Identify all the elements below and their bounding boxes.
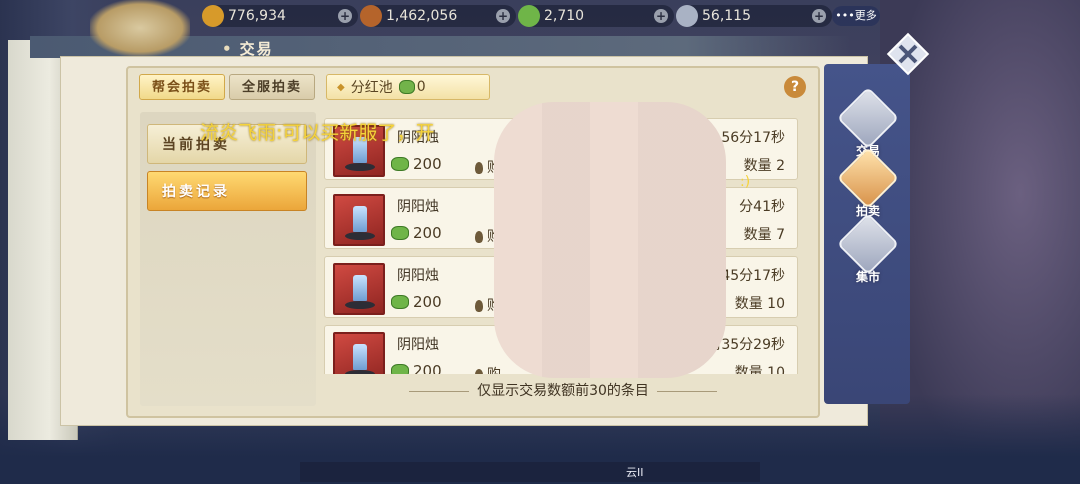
item-price: 200 xyxy=(391,155,442,173)
bonus-pool[interactable]: ◆ 分红池 0 xyxy=(326,74,490,100)
currency-value: 2,710 xyxy=(544,8,585,24)
scroll-decoration-icon xyxy=(90,0,190,56)
currency-gold: 776,934 + xyxy=(202,5,358,27)
copper-coin-icon xyxy=(360,5,382,27)
item-time: 56分17秒 xyxy=(721,130,785,146)
add-jade-button[interactable]: + xyxy=(654,9,668,23)
nav-auction[interactable]: 拍卖 xyxy=(836,146,900,219)
chat-message-tail: :) xyxy=(740,174,751,190)
jade-icon xyxy=(391,157,409,171)
bonus-pool-value: 0 xyxy=(416,79,426,95)
item-quantity: 数量 2 xyxy=(743,158,785,174)
jade-icon xyxy=(391,364,409,374)
diamond-icon: ◆ xyxy=(337,81,345,93)
tab-server-auction[interactable]: 全服拍卖 xyxy=(229,74,315,100)
currency-jade: 2,710 + xyxy=(518,5,674,27)
footer-note: 仅显示交易数额前30的条目 xyxy=(318,380,808,400)
item-quantity: 数量 10 xyxy=(734,365,785,374)
candle-icon xyxy=(333,194,385,246)
candle-icon xyxy=(333,263,385,315)
item-name: 阴阳烛 xyxy=(397,199,439,215)
item-quantity: 数量 10 xyxy=(734,296,785,312)
tab-guild-auction[interactable]: 帮会拍卖 xyxy=(139,74,225,100)
silver-icon xyxy=(676,5,698,27)
gourd-icon xyxy=(475,369,483,374)
redaction-mosaic xyxy=(494,102,726,378)
item-buyer: 购 xyxy=(475,364,501,374)
gavel-icon xyxy=(836,146,900,210)
auction-record-button[interactable]: 拍卖记录 xyxy=(147,171,307,211)
gourd-icon xyxy=(475,162,483,174)
jade-icon xyxy=(391,226,409,240)
jade-icon xyxy=(518,5,540,27)
currency-value: 56,115 xyxy=(702,8,751,24)
item-time: 45分17秒 xyxy=(721,268,785,284)
bottom-bar xyxy=(300,462,760,482)
item-quantity: 数量 7 xyxy=(743,227,785,243)
scale-icon xyxy=(836,86,900,150)
chat-message: 流炎飞雨:可以买新服了，开 xyxy=(200,122,435,144)
candle-icon xyxy=(333,332,385,374)
item-name: 阴阳烛 xyxy=(397,337,439,353)
market-icon xyxy=(836,212,900,276)
item-price: 200 xyxy=(391,224,442,242)
nav-market[interactable]: 集市 xyxy=(836,212,900,285)
bonus-pool-label: 分红池 xyxy=(350,80,393,96)
item-price: 200 xyxy=(391,362,442,374)
gold-coin-icon xyxy=(202,5,224,27)
currency-value: 776,934 xyxy=(228,8,286,24)
item-name: 阴阳烛 xyxy=(397,268,439,284)
currency-silver: 56,115 + xyxy=(676,5,832,27)
bottom-label: 云II xyxy=(626,466,644,479)
help-button[interactable]: ? xyxy=(784,76,806,98)
jade-icon xyxy=(391,295,409,309)
close-icon[interactable] xyxy=(886,32,930,76)
gourd-icon xyxy=(475,300,483,312)
currency-copper: 1,462,056 + xyxy=(360,5,516,27)
currency-value: 1,462,056 xyxy=(386,8,458,24)
item-time: 分41秒 xyxy=(739,199,785,215)
add-copper-button[interactable]: + xyxy=(496,9,510,23)
add-gold-button[interactable]: + xyxy=(338,9,352,23)
add-silver-button[interactable]: + xyxy=(812,9,826,23)
jade-icon xyxy=(398,80,415,94)
more-button[interactable]: •••更多 xyxy=(832,6,880,26)
item-price: 200 xyxy=(391,293,442,311)
gourd-icon xyxy=(475,231,483,243)
